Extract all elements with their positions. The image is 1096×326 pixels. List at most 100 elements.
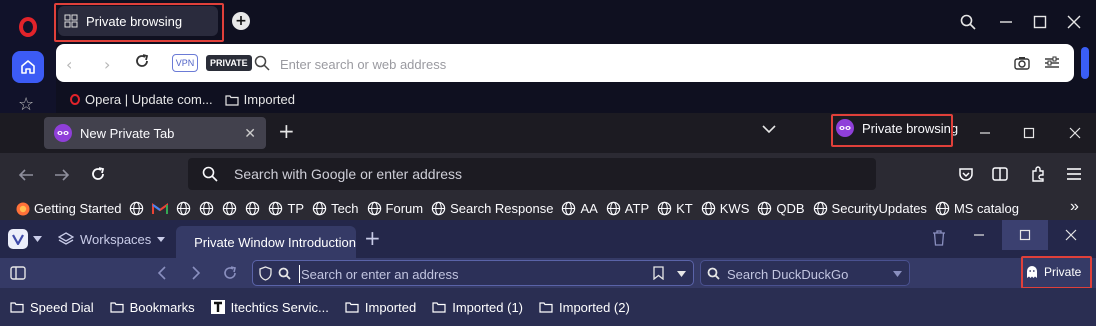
maximize-icon [1019, 229, 1031, 241]
bookmark-globe[interactable] [222, 201, 237, 216]
forward-button[interactable]: › [104, 55, 110, 74]
hamburger-menu-icon[interactable] [1066, 166, 1082, 182]
globe-icon [758, 201, 772, 216]
star-icon[interactable]: ☆ [18, 96, 34, 114]
reload-icon[interactable] [90, 166, 106, 182]
opera-logo-icon [70, 94, 80, 105]
bookmark-globe[interactable] [129, 201, 144, 216]
trash-icon[interactable] [932, 230, 946, 246]
panel-toggle-icon[interactable] [10, 265, 26, 281]
bookmark-ms-catalog[interactable]: MS catalog [935, 201, 1019, 216]
new-tab-button[interactable]: + [364, 228, 381, 248]
bookmark-imported-2[interactable]: Imported (2) [539, 300, 630, 315]
address-input[interactable] [299, 265, 639, 283]
bookmark-gmail[interactable] [152, 202, 169, 215]
bookmark-label: KT [676, 201, 693, 216]
bookmark-label: Forum [385, 201, 424, 216]
bookmark-forum[interactable]: Forum [367, 201, 424, 216]
maximize-button[interactable] [1002, 220, 1048, 250]
globe-icon [935, 201, 950, 216]
folder-icon [225, 94, 239, 106]
maximize-button[interactable] [1030, 12, 1050, 32]
bookmark-qdb[interactable]: QDB [757, 201, 805, 216]
camera-icon[interactable] [1014, 56, 1030, 70]
bookmark-label: AA [580, 201, 598, 216]
highlight-box [831, 114, 953, 147]
bookmark-kws[interactable]: KWS [701, 201, 749, 216]
chevron-down-icon[interactable] [893, 271, 902, 277]
new-tab-button[interactable]: + [278, 121, 295, 141]
bookmark-item[interactable]: Opera | Update com... [70, 92, 213, 107]
vivaldi-menu-button[interactable] [8, 229, 28, 249]
opera-window: ☆ Private browsing + ‹ › VPN PRIVATE Ope… [0, 0, 1096, 113]
tab-new-private-tab[interactable]: New Private Tab ✕ [44, 117, 266, 149]
close-button[interactable] [1064, 12, 1084, 32]
more-bookmarks-button[interactable]: » [1070, 198, 1079, 216]
close-button[interactable] [1048, 220, 1094, 250]
tab-private-window-introduction[interactable]: Private Window Introduction [176, 226, 356, 258]
bookmark-atp[interactable]: ATP [606, 201, 649, 216]
bookmark-security-updates[interactable]: SecurityUpdates [813, 201, 927, 216]
back-arrow-icon[interactable] [18, 167, 34, 183]
workspaces-icon [58, 232, 74, 245]
opera-logo-icon[interactable] [19, 17, 37, 37]
back-icon[interactable] [156, 265, 168, 281]
bookmark-label: Imported [364, 299, 417, 315]
bookmark-globe[interactable] [176, 201, 191, 216]
new-tab-button[interactable]: + [232, 12, 250, 30]
back-button[interactable]: ‹ [66, 55, 72, 74]
search-tabs-button[interactable] [958, 12, 978, 32]
bookmark-label: Speed Dial [30, 299, 94, 315]
maximize-button[interactable] [1020, 124, 1038, 142]
minimize-button[interactable] [996, 12, 1016, 32]
bookmark-kt[interactable]: KT [657, 201, 693, 216]
reload-icon[interactable] [222, 265, 238, 281]
search-input[interactable] [727, 265, 887, 283]
bookmark-item[interactable]: Imported [225, 92, 295, 107]
close-icon [1065, 229, 1077, 241]
chevron-down-icon[interactable] [677, 271, 686, 277]
vpn-badge[interactable]: VPN [172, 54, 198, 72]
reload-button[interactable] [134, 53, 150, 69]
home-button[interactable] [12, 51, 44, 83]
forward-arrow-icon[interactable] [54, 167, 70, 183]
bookmark-search-response[interactable]: Search Response [431, 201, 553, 216]
folder-icon [432, 302, 446, 313]
bookmark-label: Opera | Update com... [85, 92, 213, 107]
bookmark-label: Imported [243, 92, 295, 107]
bookmark-itechtics[interactable]: Itechtics Servic... [210, 300, 329, 315]
shield-icon[interactable] [259, 266, 272, 281]
easy-setup-icon[interactable] [1044, 56, 1060, 70]
bookmark-label: Bookmarks [129, 299, 195, 315]
bookmark-aa[interactable]: AA [561, 201, 598, 216]
minimize-icon [980, 132, 990, 134]
bookmark-tp[interactable]: TP [268, 201, 304, 216]
address-input[interactable] [280, 54, 780, 74]
bookmark-speed-dial[interactable]: Speed Dial [10, 300, 94, 315]
globe-icon [431, 201, 446, 216]
address-input[interactable] [234, 165, 834, 183]
bookmark-bookmarks[interactable]: Bookmarks [110, 300, 195, 315]
close-button[interactable] [1066, 124, 1084, 142]
tab-bar: New Private Tab ✕ + Private browsing [0, 113, 1096, 153]
extensions-icon[interactable] [1030, 166, 1046, 182]
bookmark-globe[interactable] [199, 201, 214, 216]
close-tab-icon[interactable]: ✕ [244, 125, 256, 142]
minimize-button[interactable] [956, 220, 1002, 250]
workspaces-button[interactable]: Workspaces [58, 231, 166, 247]
bookmark-imported-1[interactable]: Imported (1) [432, 300, 523, 315]
bookmark-getting-started[interactable]: Getting Started [16, 201, 121, 216]
bookmark-globe[interactable] [245, 201, 260, 216]
sidebar-toggle-icon[interactable] [992, 166, 1008, 182]
globe-icon [223, 201, 237, 216]
minimize-button[interactable] [976, 124, 994, 142]
bookmark-imported[interactable]: Imported [345, 300, 416, 315]
forward-icon[interactable] [190, 265, 202, 281]
bookmark-icon[interactable] [653, 266, 664, 280]
duckduckgo-search-icon[interactable] [707, 267, 721, 280]
chevron-down-icon[interactable] [33, 236, 42, 242]
chevron-down-icon[interactable] [762, 124, 776, 134]
scroll-indicator[interactable] [1081, 47, 1089, 79]
pocket-icon[interactable] [958, 166, 974, 182]
bookmark-tech[interactable]: Tech [312, 201, 359, 216]
